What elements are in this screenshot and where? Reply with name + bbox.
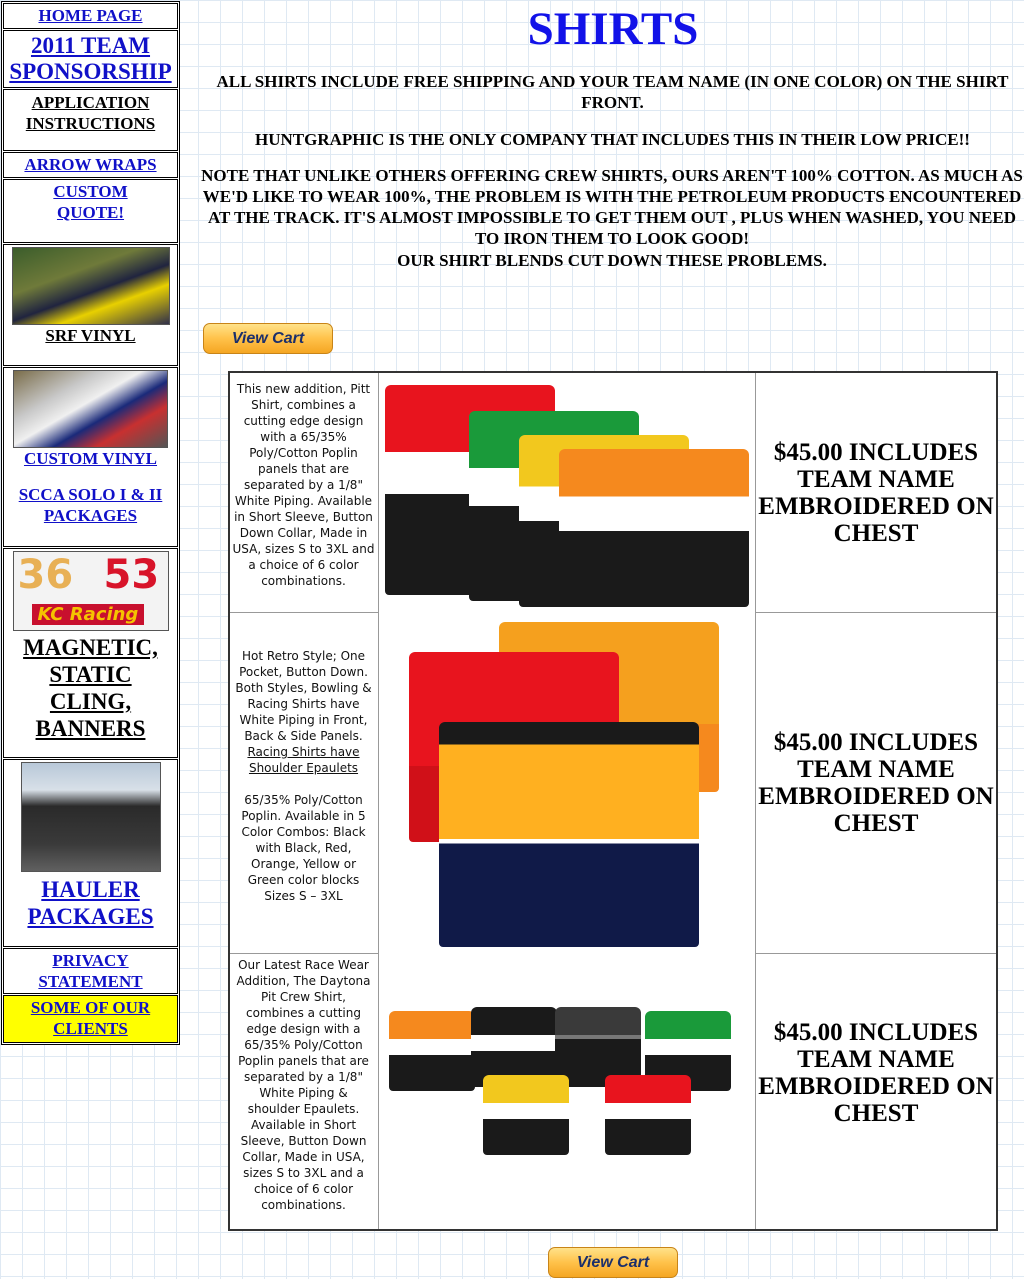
nav-link-home[interactable]: HOME PAGE	[4, 4, 177, 28]
nav-cell-arrow-wraps: ARROW WRAPS	[3, 152, 178, 178]
view-cart-button-top[interactable]: View Cart	[203, 323, 333, 354]
retro-fabric-text: 65/35% Poly/Cotton Poplin. Available in …	[241, 793, 366, 903]
banner-number-36: 36	[17, 552, 74, 598]
product-row-retro-shirt: Hot Retro Style; One Pocket, Button Down…	[230, 612, 996, 954]
nav-link-application-instructions[interactable]: APPLICATION INSTRUCTIONS	[4, 90, 177, 134]
intro-cotton-note: NOTE THAT UNLIKE OTHERS OFFERING CREW SH…	[201, 166, 1023, 248]
nav-cell-sponsorship: 2011 TEAM SPONSORSHIP	[3, 30, 178, 88]
hauler-trailer-image[interactable]	[20, 762, 161, 872]
product-price: $45.00 INCLUDES TEAM NAME EMBROIDERED ON…	[758, 439, 994, 547]
product-description: This new addition, Pitt Shirt, combines …	[232, 382, 375, 588]
product-row-daytona-shirt: Our Latest Race Wear Addition, The Dayto…	[230, 953, 996, 1229]
nav-cell-custom-quote: CUSTOM QUOTE!	[3, 179, 178, 243]
srf-race-car-image[interactable]	[11, 247, 170, 325]
product-price: $45.00 INCLUDES TEAM NAME EMBROIDERED ON…	[758, 1019, 994, 1127]
nav-link-some-of-our-clients[interactable]: SOME OF OUR CLIENTS	[4, 996, 177, 1039]
nav-cell-application: APPLICATION INSTRUCTIONS	[3, 89, 178, 151]
nav-link-hauler-packages[interactable]: HAULER PACKAGES	[4, 876, 177, 930]
daytona-shirt-image[interactable]	[378, 953, 756, 1229]
nav-cell-srf-vinyl: SRF VINYL	[3, 244, 178, 366]
nav-cell-hauler: HAULER PACKAGES	[3, 759, 178, 947]
product-description: Hot Retro Style; One Pocket, Button Down…	[232, 648, 375, 904]
kc-racing-logo: KC Racing	[31, 604, 145, 625]
custom-vinyl-race-car-image[interactable]	[13, 370, 168, 448]
product-price: $45.00 INCLUDES TEAM NAME EMBROIDERED ON…	[758, 729, 994, 837]
kc-racing-banner-image[interactable]: 36 53 KC Racing	[12, 551, 169, 631]
nav-cell-clients: SOME OF OUR CLIENTS	[3, 995, 178, 1043]
nav-cell-magnetic: 36 53 KC Racing MAGNETIC, STATIC CLING, …	[3, 548, 178, 758]
products-table: This new addition, Pitt Shirt, combines …	[228, 371, 998, 1231]
intro-only-company: HUNTGRAPHIC IS THE ONLY COMPANY THAT INC…	[255, 130, 970, 149]
product-row-pitt-shirt: This new addition, Pitt Shirt, combines …	[230, 373, 996, 613]
nav-link-magnetic-static-cling-banners[interactable]: MAGNETIC, STATIC CLING, BANNERS	[4, 634, 177, 742]
shirt-yellow-navy	[439, 722, 699, 947]
nav-link-privacy-statement[interactable]: PRIVACY STATEMENT	[4, 949, 177, 992]
nav-cell-privacy: PRIVACY STATEMENT	[3, 948, 178, 994]
racing-shirts-epaulets-link[interactable]: Racing Shirts have Shoulder Epaulets	[247, 745, 359, 775]
nav-cell-custom-vinyl: CUSTOM VINYL SCCA SOLO I & II PACKAGES	[3, 367, 178, 547]
nav-link-team-sponsorship[interactable]: 2011 TEAM SPONSORSHIP	[4, 31, 177, 85]
nav-link-scca-packages[interactable]: SCCA SOLO I & II PACKAGES	[4, 484, 177, 526]
banner-number-53: 53	[103, 552, 160, 598]
retro-description-text: Hot Retro Style; One Pocket, Button Down…	[235, 649, 372, 743]
nav-link-custom-vinyl[interactable]: CUSTOM VINYL	[4, 448, 177, 470]
page-title: SHIRTS	[527, 3, 699, 55]
shirt-orange	[559, 449, 749, 607]
shirt-red	[605, 1075, 691, 1155]
retro-shirt-image[interactable]	[378, 612, 756, 953]
product-description: Our Latest Race Wear Addition, The Dayto…	[236, 958, 371, 1212]
pitt-shirt-image[interactable]	[378, 373, 756, 612]
nav-link-custom-quote[interactable]: CUSTOM QUOTE!	[4, 180, 177, 223]
intro-free-shipping: ALL SHIRTS INCLUDE FREE SHIPPING AND YOU…	[216, 72, 1009, 112]
nav-link-srf-vinyl[interactable]: SRF VINYL	[4, 325, 177, 347]
nav-link-arrow-wraps[interactable]: ARROW WRAPS	[4, 153, 177, 177]
shirt-yellow	[483, 1075, 569, 1155]
view-cart-button-bottom[interactable]: View Cart	[548, 1247, 678, 1278]
intro-blends-note: OUR SHIRT BLENDS CUT DOWN THESE PROBLEMS…	[397, 251, 827, 270]
nav-cell-home: HOME PAGE	[3, 3, 178, 29]
sidebar-nav: HOME PAGE 2011 TEAM SPONSORSHIP APPLICAT…	[1, 1, 180, 1045]
shirt-orange	[389, 1011, 475, 1091]
